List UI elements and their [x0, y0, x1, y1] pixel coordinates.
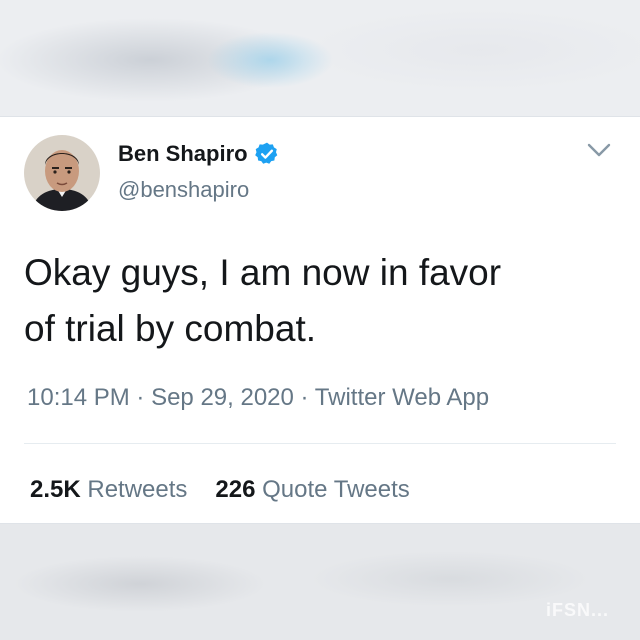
- tweet-card: Ben Shapiro @benshapiro Okay guys, I am …: [0, 116, 640, 524]
- quote-tweets-count: 226: [215, 476, 256, 503]
- quote-tweets-stat[interactable]: 226 Quote Tweets: [215, 476, 409, 503]
- blurred-background-top: [0, 0, 640, 116]
- tweet-meta: 10:14 PM · Sep 29, 2020 · Twitter Web Ap…: [27, 384, 489, 412]
- tweet-time[interactable]: 10:14 PM: [27, 384, 130, 411]
- verified-badge-icon: [254, 142, 277, 164]
- tweet-client[interactable]: Twitter Web App: [315, 384, 489, 411]
- retweets-stat[interactable]: 2.5K Retweets: [30, 476, 187, 503]
- avatar-image: [24, 135, 100, 211]
- chevron-down-icon[interactable]: [586, 141, 612, 159]
- author-name-row: Ben Shapiro: [118, 141, 280, 167]
- tweet-date[interactable]: Sep 29, 2020: [151, 384, 294, 411]
- author-avatar[interactable]: [24, 135, 100, 211]
- divider: [24, 443, 616, 444]
- tweet-text-line: of trial by combat.: [24, 308, 317, 349]
- author-name[interactable]: Ben Shapiro: [118, 141, 248, 167]
- tweet-stats: 2.5K Retweets 226 Quote Tweets: [30, 476, 410, 504]
- author-handle[interactable]: @benshapiro: [118, 177, 249, 203]
- tweet-text: Okay guys, I am now in favor of trial by…: [24, 245, 624, 357]
- meta-separator: ·: [136, 384, 145, 411]
- blurred-background-bottom: [0, 524, 640, 640]
- retweets-count: 2.5K: [30, 476, 81, 503]
- retweets-label: Retweets: [87, 476, 188, 503]
- tweet-text-line: Okay guys, I am now in favor: [24, 252, 502, 293]
- meta-separator: ·: [300, 384, 309, 411]
- quote-tweets-label: Quote Tweets: [262, 476, 410, 503]
- watermark-logo: iFSN...: [546, 600, 610, 620]
